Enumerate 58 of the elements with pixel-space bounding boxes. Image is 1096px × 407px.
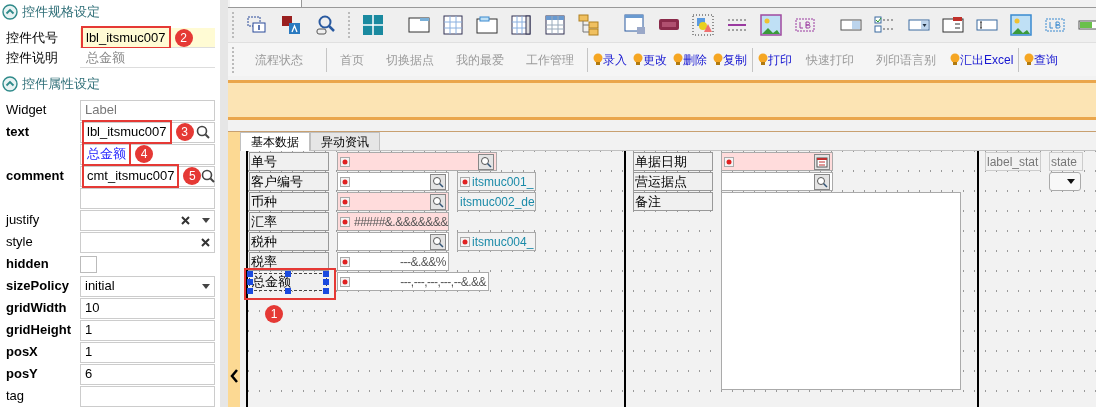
toolbar-button[interactable]: 录入 [593, 50, 627, 69]
property-field[interactable]: 10 [80, 297, 215, 319]
spec-field[interactable]: lbl_itsmuc007 2 [80, 28, 215, 48]
section-title: 控件规格设定 [22, 3, 100, 22]
field-label: 控件说明 [5, 49, 59, 68]
property-field[interactable]: lbl_itsmuc007 3 [80, 121, 215, 143]
toolbar-button[interactable]: 更改 [633, 50, 667, 69]
input-field[interactable]: ---,---,---,---,--&.&& [337, 272, 489, 291]
field-label: 备注 [633, 192, 713, 211]
property-field[interactable]: 总金额 4 [80, 143, 215, 165]
callout-badge: 1 [265, 305, 283, 323]
field-label: 税种 [249, 232, 329, 251]
property-label: sizePolicy [5, 277, 70, 296]
property-label: hidden [5, 255, 50, 274]
property-label: gridHeight [5, 321, 72, 340]
section-title: 控件属性设定 [22, 75, 100, 94]
field-label: 客户编号 [249, 172, 329, 191]
property-label: tag [5, 387, 26, 406]
callout-badge: 5 [183, 167, 202, 185]
property-label: gridWidth [5, 299, 68, 318]
property-label: posX [5, 343, 39, 362]
property-label: Widget [5, 101, 48, 120]
toolbar-button[interactable]: 删除 [673, 50, 707, 69]
toolbar-button[interactable]: 打印 [758, 50, 792, 69]
property-label: posY [5, 365, 39, 384]
selected-label[interactable]: 总金额 [249, 273, 327, 291]
spec-field[interactable]: 总金额 [80, 48, 215, 68]
input-field[interactable]: ---&.&&% [337, 252, 449, 271]
description-field: itsmuc004_ [457, 232, 536, 251]
property-field[interactable]: Label [80, 99, 215, 121]
property-field[interactable]: 1 [80, 341, 215, 363]
field-label: 汇率 [249, 212, 329, 231]
field-label: 单号 [249, 152, 329, 171]
widget-label: state [1049, 152, 1083, 171]
input-field[interactable]: #####&.&&&&&&& [337, 212, 449, 231]
property-label: style [5, 233, 34, 252]
callout-badge: 4 [135, 145, 153, 163]
property-label: comment [5, 167, 65, 186]
toolbar-button[interactable]: 汇出Excel [950, 50, 1014, 69]
field-label: 营运据点 [633, 172, 713, 191]
toolbar-button[interactable]: 复制 [713, 50, 747, 69]
property-field[interactable]: 1 [80, 319, 215, 341]
field-label: 单据日期 [633, 152, 713, 171]
form-tab[interactable]: 异动资讯 [310, 132, 380, 150]
form-tab[interactable]: 基本数据 [240, 132, 310, 151]
description-field: itsmuc001_ [457, 172, 536, 191]
callout-badge: 2 [174, 28, 193, 47]
field-label: 控件代号 [5, 29, 59, 48]
property-field[interactable]: cmt_itsmuc007 5 [80, 165, 215, 187]
property-field[interactable]: initial [80, 275, 215, 297]
toolbar-button[interactable]: 查询 [1024, 50, 1059, 69]
field-label: 币种 [249, 192, 329, 211]
property-label: justify [4, 211, 41, 230]
property-label: text [5, 123, 31, 142]
property-field[interactable]: 6 [80, 363, 215, 385]
widget-label: label_stat [985, 152, 1041, 171]
description-field: itsmuc002_de [457, 192, 536, 211]
callout-badge: 3 [175, 123, 194, 141]
